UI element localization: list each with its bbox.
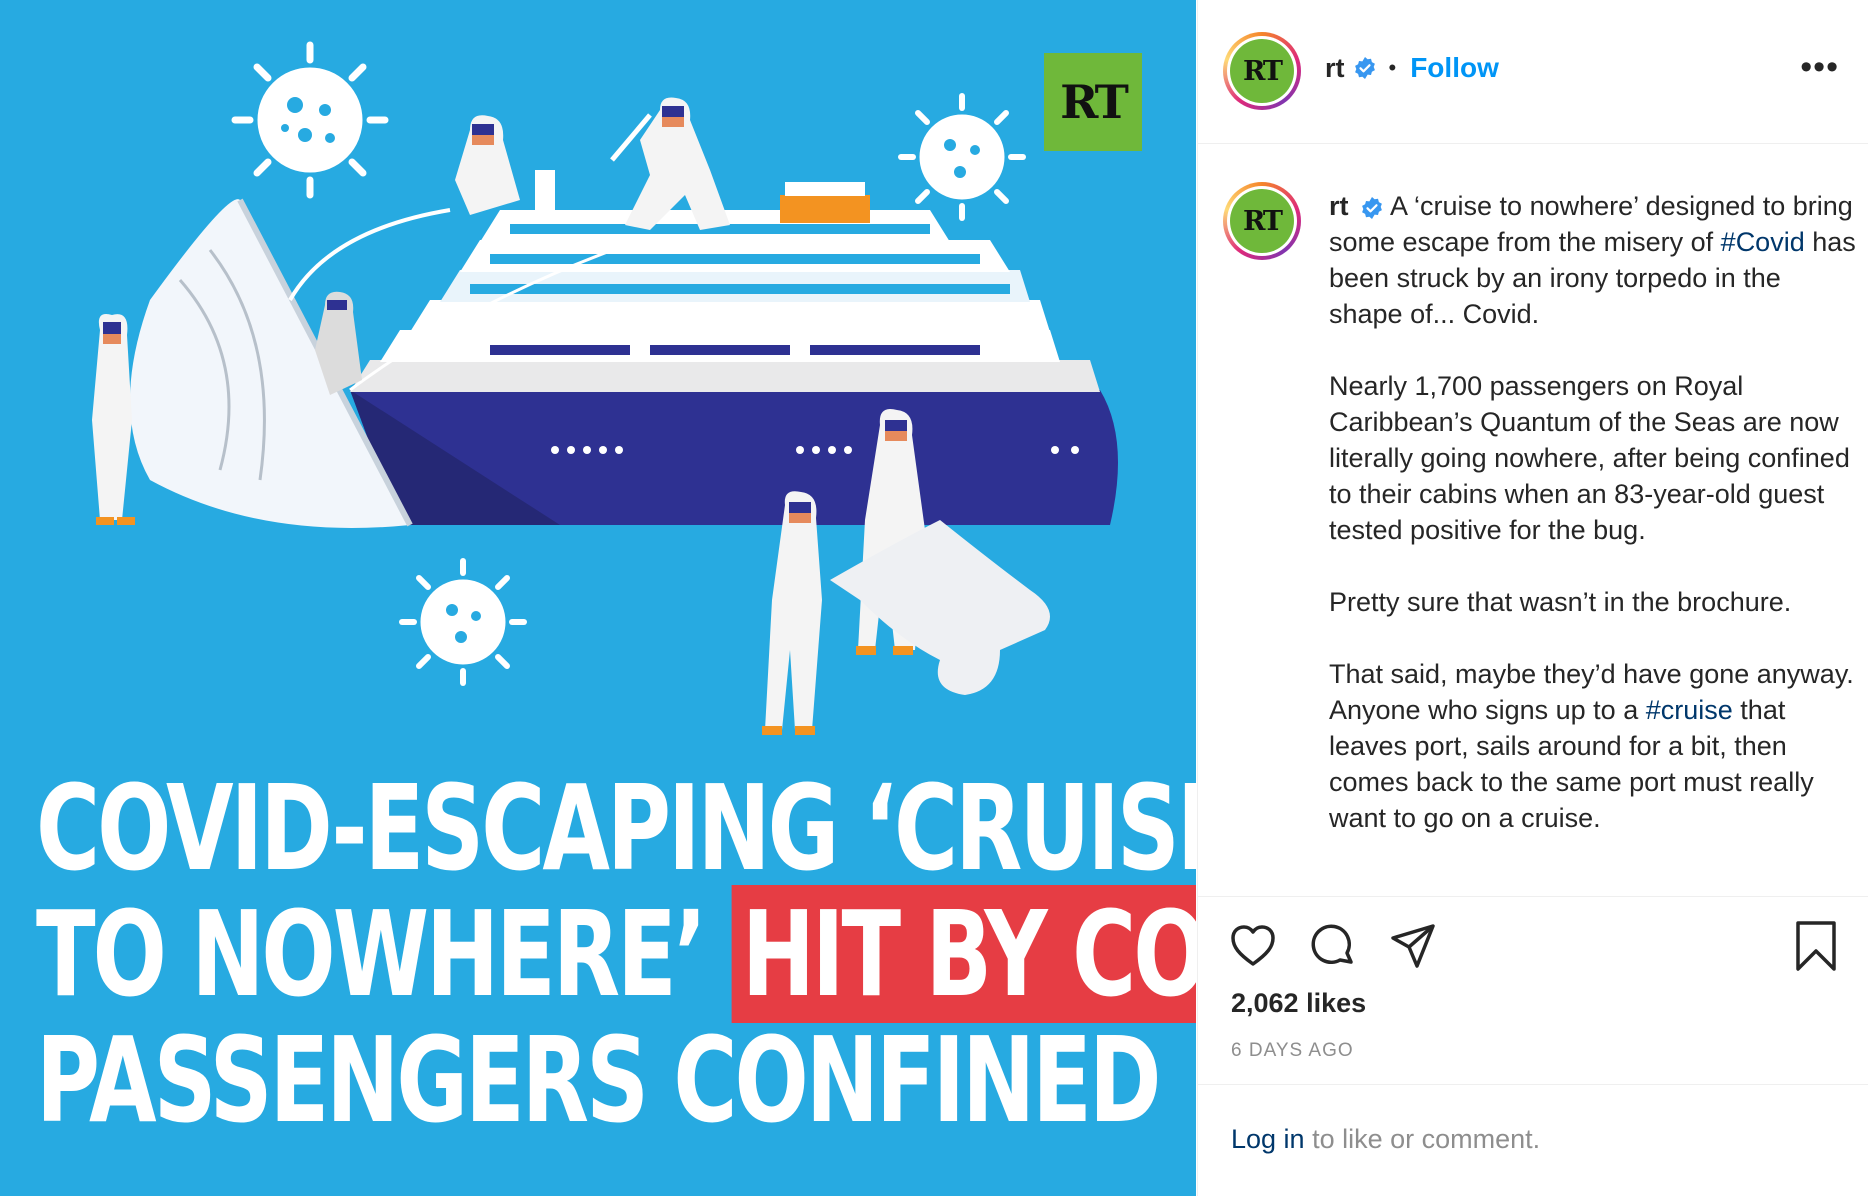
caption-section: RT rt A ‘cruise to nowhere’ designed to …	[1198, 144, 1868, 897]
separator-dot: •	[1388, 55, 1397, 80]
login-prompt-text: to like or comment.	[1312, 1124, 1541, 1154]
comment-icon[interactable]	[1308, 922, 1358, 970]
hashtag-link[interactable]: #cruise	[1646, 695, 1733, 725]
caption-username-link[interactable]: rt	[1329, 191, 1349, 221]
action-bar: 2,062 likes 6 DAYS AGO	[1198, 900, 1868, 1085]
avatar-logo: RT	[1230, 189, 1294, 253]
hazmat-worker	[762, 491, 822, 735]
caption-paragraph: rt A ‘cruise to nowhere’ designed to bri…	[1329, 188, 1859, 332]
follow-button[interactable]: Follow	[1410, 52, 1499, 84]
instagram-post: RT COVID-ESCAPING ‘CRUISE TO NOWHERE’ HI…	[0, 0, 1868, 1196]
headline-highlight: HIT BY COVID,	[731, 885, 1196, 1023]
avatar[interactable]: RT	[1223, 32, 1301, 110]
headline-line-2: TO NOWHERE’ HIT BY COVID,	[36, 885, 1196, 1023]
rt-logo: RT	[1044, 53, 1142, 151]
headline-line-2-plain: TO NOWHERE’	[36, 885, 707, 1023]
verified-badge-icon	[1362, 196, 1382, 219]
post-header: RT rt • Follow •••	[1198, 0, 1868, 144]
caption-paragraph: That said, maybe they’d have gone anyway…	[1329, 656, 1859, 836]
post-timestamp[interactable]: 6 DAYS AGO	[1231, 1040, 1354, 1062]
headline-line-1: COVID-ESCAPING ‘CRUISE	[36, 759, 1196, 897]
heart-icon[interactable]	[1228, 922, 1278, 970]
caption-paragraph: Pretty sure that wasn’t in the brochure.	[1329, 587, 1792, 617]
virus-icon	[898, 93, 1026, 221]
hazmat-worker	[455, 115, 520, 215]
hazmat-worker	[92, 314, 135, 525]
hashtag-link[interactable]: #Covid	[1721, 227, 1805, 257]
avatar-border: RT	[1227, 186, 1297, 256]
cruise-ship	[350, 170, 1118, 525]
login-link[interactable]: Log in	[1231, 1124, 1305, 1154]
likes-count[interactable]: 2,062 likes	[1231, 988, 1366, 1019]
avatar-logo: RT	[1230, 39, 1294, 103]
more-options-icon[interactable]: •••	[1800, 48, 1839, 87]
virus-icon	[399, 558, 527, 686]
cruise-illustration	[92, 41, 1118, 735]
avatar-border: RT	[1227, 36, 1297, 106]
virus-icon	[231, 41, 389, 199]
bookmark-icon[interactable]	[1793, 920, 1839, 972]
username-link[interactable]: rt	[1325, 53, 1345, 84]
post-sidebar: RT rt • Follow ••• RT rt A ‘cruise to no…	[1197, 0, 1868, 1196]
caption-text: rt A ‘cruise to nowhere’ designed to bri…	[1329, 188, 1859, 872]
share-icon[interactable]	[1388, 922, 1438, 970]
verified-badge-icon	[1354, 57, 1375, 79]
avatar[interactable]: RT	[1223, 182, 1301, 260]
post-image[interactable]: RT COVID-ESCAPING ‘CRUISE TO NOWHERE’ HI…	[0, 0, 1196, 1196]
headline-line-3: PASSENGERS CONFINED	[36, 1011, 1161, 1149]
login-prompt: Log in to like or comment.	[1231, 1124, 1540, 1155]
headline-text: COVID-ESCAPING ‘CRUISE TO NOWHERE’ HIT B…	[36, 759, 1196, 1149]
header-user: rt • Follow	[1325, 52, 1499, 84]
caption-paragraph: Nearly 1,700 passengers on Royal Caribbe…	[1329, 371, 1850, 545]
